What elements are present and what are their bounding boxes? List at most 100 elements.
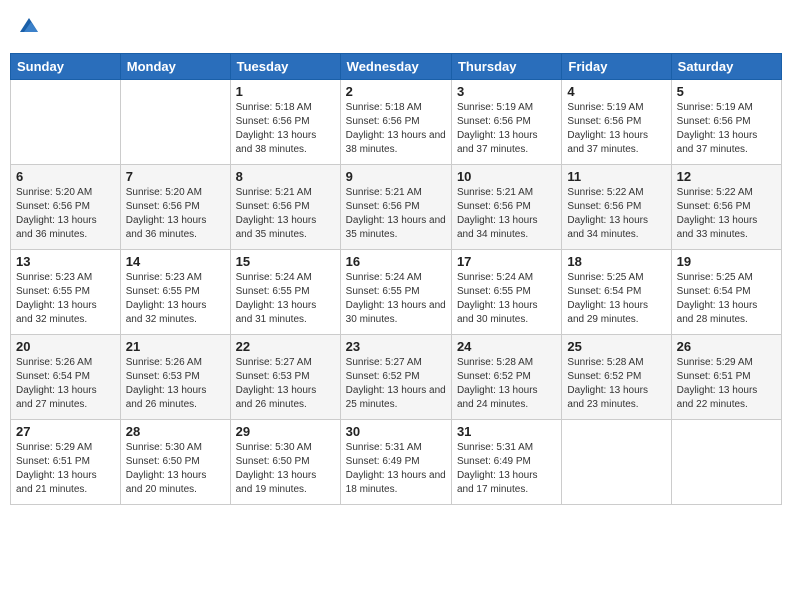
- day-number: 15: [236, 254, 335, 269]
- day-detail: Sunrise: 5:24 AM Sunset: 6:55 PM Dayligh…: [346, 271, 446, 327]
- day-number: 29: [236, 424, 335, 439]
- calendar-day-header: Sunday: [11, 54, 121, 80]
- day-detail: Sunrise: 5:18 AM Sunset: 6:56 PM Dayligh…: [346, 101, 446, 157]
- day-number: 28: [126, 424, 225, 439]
- calendar-header-row: SundayMondayTuesdayWednesdayThursdayFrid…: [11, 54, 782, 80]
- day-detail: Sunrise: 5:28 AM Sunset: 6:52 PM Dayligh…: [457, 356, 556, 412]
- calendar-day-header: Thursday: [451, 54, 561, 80]
- day-detail: Sunrise: 5:22 AM Sunset: 6:56 PM Dayligh…: [567, 186, 665, 242]
- day-number: 27: [16, 424, 115, 439]
- calendar-cell: 2 Sunrise: 5:18 AM Sunset: 6:56 PM Daylig…: [340, 80, 451, 165]
- calendar-cell: 31 Sunrise: 5:31 AM Sunset: 6:49 PM Dayli…: [451, 420, 561, 505]
- calendar-cell: [120, 80, 230, 165]
- day-number: 7: [126, 169, 225, 184]
- calendar-cell: 10 Sunrise: 5:21 AM Sunset: 6:56 PM Dayli…: [451, 165, 561, 250]
- day-detail: Sunrise: 5:21 AM Sunset: 6:56 PM Dayligh…: [236, 186, 335, 242]
- logo: [16, 14, 40, 41]
- day-number: 6: [16, 169, 115, 184]
- day-detail: Sunrise: 5:23 AM Sunset: 6:55 PM Dayligh…: [126, 271, 225, 327]
- day-detail: Sunrise: 5:20 AM Sunset: 6:56 PM Dayligh…: [16, 186, 115, 242]
- calendar-cell: 1 Sunrise: 5:18 AM Sunset: 6:56 PM Daylig…: [230, 80, 340, 165]
- calendar-cell: 21 Sunrise: 5:26 AM Sunset: 6:53 PM Dayli…: [120, 335, 230, 420]
- day-detail: Sunrise: 5:29 AM Sunset: 6:51 PM Dayligh…: [16, 441, 115, 497]
- calendar-cell: [11, 80, 121, 165]
- calendar-week-row: 6 Sunrise: 5:20 AM Sunset: 6:56 PM Daylig…: [11, 165, 782, 250]
- day-detail: Sunrise: 5:30 AM Sunset: 6:50 PM Dayligh…: [126, 441, 225, 497]
- day-number: 14: [126, 254, 225, 269]
- calendar-cell: 22Sunrise: 5:27 AM Sunset: 6:53 PM Dayli…: [230, 335, 340, 420]
- day-number: 3: [457, 84, 556, 99]
- day-number: 10: [457, 169, 556, 184]
- day-detail: Sunrise: 5:19 AM Sunset: 6:56 PM Dayligh…: [567, 101, 665, 157]
- calendar-cell: 18Sunrise: 5:25 AM Sunset: 6:54 PM Dayli…: [562, 250, 671, 335]
- day-detail: Sunrise: 5:30 AM Sunset: 6:50 PM Dayligh…: [236, 441, 335, 497]
- day-number: 20: [16, 339, 115, 354]
- calendar-cell: 9 Sunrise: 5:21 AM Sunset: 6:56 PM Daylig…: [340, 165, 451, 250]
- calendar-cell: 6 Sunrise: 5:20 AM Sunset: 6:56 PM Daylig…: [11, 165, 121, 250]
- calendar-cell: 16 Sunrise: 5:24 AM Sunset: 6:55 PM Dayli…: [340, 250, 451, 335]
- day-detail: Sunrise: 5:21 AM Sunset: 6:56 PM Dayligh…: [457, 186, 556, 242]
- day-number: 31: [457, 424, 556, 439]
- calendar-cell: 27 Sunrise: 5:29 AM Sunset: 6:51 PM Dayli…: [11, 420, 121, 505]
- day-number: 8: [236, 169, 335, 184]
- day-number: 23: [346, 339, 446, 354]
- calendar-cell: 5Sunrise: 5:19 AM Sunset: 6:56 PM Daylig…: [671, 80, 781, 165]
- day-number: 1: [236, 84, 335, 99]
- day-number: 19: [677, 254, 776, 269]
- logo-icon: [18, 14, 40, 36]
- day-detail: Sunrise: 5:20 AM Sunset: 6:56 PM Dayligh…: [126, 186, 225, 242]
- calendar-day-header: Friday: [562, 54, 671, 80]
- calendar-cell: 30Sunrise: 5:31 AM Sunset: 6:49 PM Dayli…: [340, 420, 451, 505]
- day-number: 18: [567, 254, 665, 269]
- day-detail: Sunrise: 5:27 AM Sunset: 6:53 PM Dayligh…: [236, 356, 335, 412]
- calendar-cell: 13Sunrise: 5:23 AM Sunset: 6:55 PM Dayli…: [11, 250, 121, 335]
- day-detail: Sunrise: 5:18 AM Sunset: 6:56 PM Dayligh…: [236, 101, 335, 157]
- day-number: 30: [346, 424, 446, 439]
- day-detail: Sunrise: 5:29 AM Sunset: 6:51 PM Dayligh…: [677, 356, 776, 412]
- day-detail: Sunrise: 5:24 AM Sunset: 6:55 PM Dayligh…: [236, 271, 335, 327]
- calendar-day-header: Monday: [120, 54, 230, 80]
- calendar-week-row: 27 Sunrise: 5:29 AM Sunset: 6:51 PM Dayli…: [11, 420, 782, 505]
- day-number: 16: [346, 254, 446, 269]
- page-header: [10, 10, 782, 45]
- day-detail: Sunrise: 5:31 AM Sunset: 6:49 PM Dayligh…: [457, 441, 556, 497]
- day-detail: Sunrise: 5:19 AM Sunset: 6:56 PM Dayligh…: [457, 101, 556, 157]
- day-number: 11: [567, 169, 665, 184]
- calendar-cell: 23 Sunrise: 5:27 AM Sunset: 6:52 PM Dayli…: [340, 335, 451, 420]
- day-number: 12: [677, 169, 776, 184]
- day-detail: Sunrise: 5:25 AM Sunset: 6:54 PM Dayligh…: [677, 271, 776, 327]
- calendar-cell: [671, 420, 781, 505]
- calendar-cell: 3 Sunrise: 5:19 AM Sunset: 6:56 PM Daylig…: [451, 80, 561, 165]
- day-detail: Sunrise: 5:28 AM Sunset: 6:52 PM Dayligh…: [567, 356, 665, 412]
- day-number: 2: [346, 84, 446, 99]
- calendar-week-row: 13 Sunrise: 5:23 AM Sunset: 6:55 PM Dayli…: [11, 250, 782, 335]
- day-detail: Sunrise: 5:21 AM Sunset: 6:56 PM Dayligh…: [346, 186, 446, 242]
- day-detail: Sunrise: 5:19 AM Sunset: 6:56 PM Dayligh…: [677, 101, 776, 157]
- day-detail: Sunrise: 5:27 AM Sunset: 6:52 PM Dayligh…: [346, 356, 446, 412]
- day-number: 25: [567, 339, 665, 354]
- day-number: 17: [457, 254, 556, 269]
- calendar-cell: 12 Sunrise: 5:22 AM Sunset: 6:56 PM Dayli…: [671, 165, 781, 250]
- calendar-day-header: Saturday: [671, 54, 781, 80]
- calendar-week-row: 1 Sunrise: 5:18 AM Sunset: 6:56 PM Daylig…: [11, 80, 782, 165]
- day-detail: Sunrise: 5:22 AM Sunset: 6:56 PM Dayligh…: [677, 186, 776, 242]
- day-number: 13: [16, 254, 115, 269]
- day-detail: Sunrise: 5:26 AM Sunset: 6:53 PM Dayligh…: [126, 356, 225, 412]
- calendar-cell: 7 Sunrise: 5:20 AM Sunset: 6:56 PM Daylig…: [120, 165, 230, 250]
- day-number: 9: [346, 169, 446, 184]
- calendar-cell: 28 Sunrise: 5:30 AM Sunset: 6:50 PM Dayli…: [120, 420, 230, 505]
- calendar-cell: 20 Sunrise: 5:26 AM Sunset: 6:54 PM Dayli…: [11, 335, 121, 420]
- calendar-cell: 14 Sunrise: 5:23 AM Sunset: 6:55 PM Dayli…: [120, 250, 230, 335]
- calendar-table: SundayMondayTuesdayWednesdayThursdayFrid…: [10, 53, 782, 505]
- calendar-cell: 4 Sunrise: 5:19 AM Sunset: 6:56 PM Daylig…: [562, 80, 671, 165]
- calendar-cell: [562, 420, 671, 505]
- day-number: 24: [457, 339, 556, 354]
- calendar-cell: 24 Sunrise: 5:28 AM Sunset: 6:52 PM Dayli…: [451, 335, 561, 420]
- calendar-cell: 11 Sunrise: 5:22 AM Sunset: 6:56 PM Dayli…: [562, 165, 671, 250]
- day-number: 21: [126, 339, 225, 354]
- day-detail: Sunrise: 5:26 AM Sunset: 6:54 PM Dayligh…: [16, 356, 115, 412]
- calendar-cell: 8 Sunrise: 5:21 AM Sunset: 6:56 PM Daylig…: [230, 165, 340, 250]
- day-number: 4: [567, 84, 665, 99]
- calendar-cell: 26 Sunrise: 5:29 AM Sunset: 6:51 PM Dayli…: [671, 335, 781, 420]
- day-number: 26: [677, 339, 776, 354]
